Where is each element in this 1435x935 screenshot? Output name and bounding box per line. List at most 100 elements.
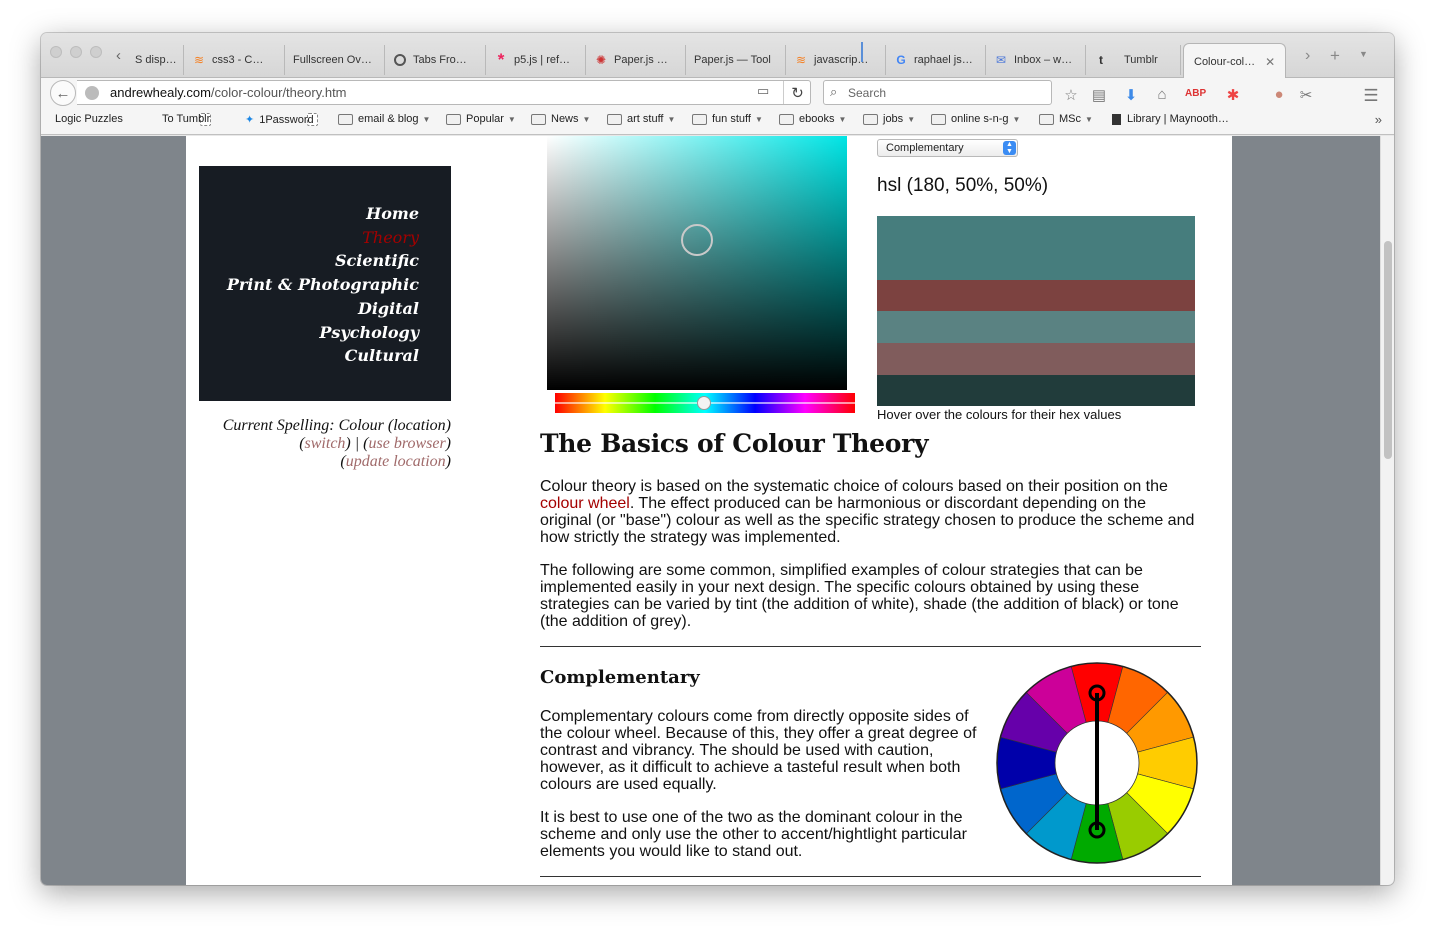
bookmark-library-maynooth[interactable]: Library | Maynooth… xyxy=(1112,113,1229,125)
tab-9[interactable]: ✉ Inbox – w… xyxy=(986,45,1086,75)
bookmark-folder-fun-stuff[interactable]: fun stuff ▼ xyxy=(692,113,763,125)
bookmark-folder-online-sng[interactable]: online s-n-g ▼ xyxy=(931,113,1020,125)
nav-psychology[interactable]: Psychology xyxy=(199,321,419,345)
bookmark-folder-art-stuff[interactable]: art stuff ▼ xyxy=(607,113,675,125)
home-icon[interactable]: ⌂ xyxy=(1153,86,1171,103)
bookmark-logic-puzzles[interactable]: Logic Puzzles xyxy=(55,113,211,126)
hover-hint: Hover over the colours for their hex val… xyxy=(877,407,1122,422)
tab-3[interactable]: Tabs Fro… xyxy=(385,45,486,75)
tab-label: Tumblr xyxy=(1124,54,1158,66)
stackoverflow-icon: ≋ xyxy=(193,53,205,67)
bookmark-label: email & blog xyxy=(358,113,419,125)
back-button[interactable]: ← xyxy=(50,80,76,106)
reload-button[interactable]: ↻ xyxy=(783,81,811,104)
hue-slider[interactable] xyxy=(555,393,855,413)
menu-icon[interactable]: ☰ xyxy=(1362,86,1380,106)
tab-label: Inbox – w… xyxy=(1014,54,1073,66)
picker-cursor[interactable] xyxy=(681,224,713,256)
chevron-down-icon: ▼ xyxy=(907,114,916,124)
search-placeholder: Search xyxy=(848,86,887,100)
folder-icon xyxy=(531,113,546,125)
scrollbar[interactable] xyxy=(1380,136,1394,885)
minimize-window-button[interactable] xyxy=(70,46,82,58)
saturation-value-picker[interactable] xyxy=(547,136,847,390)
update-location-link[interactable]: update location xyxy=(346,453,446,470)
extension-icon[interactable]: ✱ xyxy=(1224,86,1242,104)
complementary-paragraph-1: Complementary colours come from directly… xyxy=(540,708,977,793)
scroll-tabs-right-icon[interactable]: › xyxy=(1305,47,1310,65)
more-bookmarks-icon[interactable]: » xyxy=(1375,112,1382,127)
tools-icon[interactable]: ✂ xyxy=(1297,86,1315,104)
chevron-down-icon: ▼ xyxy=(1012,114,1021,124)
search-input[interactable]: ⌕ Search xyxy=(823,80,1052,105)
reading-list-icon[interactable]: ▤ xyxy=(1090,86,1108,104)
swatch[interactable] xyxy=(877,280,1195,311)
tab-label: Fullscreen Ov… xyxy=(293,54,372,66)
nav-home[interactable]: Home xyxy=(199,202,419,226)
colour-wheel-link[interactable]: colour wheel xyxy=(540,495,630,512)
nav-digital[interactable]: Digital xyxy=(199,297,419,321)
nav-scientific[interactable]: Scientific xyxy=(199,249,419,273)
swatch[interactable] xyxy=(877,311,1195,343)
swatch[interactable] xyxy=(877,216,1195,280)
nav-theory[interactable]: Theory xyxy=(199,226,419,250)
url-path: /color-colour/theory.htm xyxy=(210,85,347,100)
swatch[interactable] xyxy=(877,375,1195,406)
tab-6[interactable]: Paper.js — Tool xyxy=(686,45,786,75)
url-bar[interactable]: andrewhealy.com/color-colour/theory.htm … xyxy=(77,80,811,105)
swatch[interactable] xyxy=(877,343,1195,375)
scheme-select[interactable]: Complementary ▲ ▼ xyxy=(877,139,1018,157)
new-tab-icon[interactable]: + xyxy=(1330,46,1340,66)
bookmark-folder-jobs[interactable]: jobs ▼ xyxy=(863,113,915,125)
scrollbar-thumb[interactable] xyxy=(1384,241,1392,459)
section-divider xyxy=(540,646,1201,647)
bookmark-star-icon[interactable]: ☆ xyxy=(1062,86,1080,104)
scheme-select-value: Complementary xyxy=(886,142,964,154)
tab-strip: ‹ S disp… ≋ css3 - C… Fullscreen Ov… Tab… xyxy=(41,33,1394,79)
select-arrows-icon: ▲ ▼ xyxy=(1003,141,1016,155)
bookmark-label: art stuff xyxy=(627,113,664,125)
intro-text-end: . The effect produced can be harmonious … xyxy=(540,495,1195,546)
bookmark-folder-email-blog[interactable]: email & blog ▼ xyxy=(338,113,430,125)
tab-4[interactable]: * p5.js | ref… xyxy=(486,45,586,75)
tab-0[interactable]: S disp… xyxy=(127,45,184,75)
complementary-paragraph-2: It is best to use one of the two as the … xyxy=(540,809,967,860)
hue-slider-handle[interactable] xyxy=(697,396,711,410)
bookmark-label: News xyxy=(551,113,579,125)
tab-8[interactable]: G raphael js… xyxy=(886,45,986,75)
nav-print-photographic[interactable]: Print & Photographic xyxy=(199,273,419,297)
use-browser-link[interactable]: use browser xyxy=(368,435,445,452)
tab-5[interactable]: ✺ Paper.js … xyxy=(586,45,686,75)
section-title: Complementary xyxy=(540,667,700,688)
navigation-bar: ← andrewhealy.com/color-colour/theory.ht… xyxy=(41,78,1394,108)
close-window-button[interactable] xyxy=(50,46,62,58)
strategies-paragraph: The following are some common, simplifie… xyxy=(540,562,1179,630)
bookmark-1password[interactable]: ✦ 1Password xyxy=(245,113,314,127)
close-tab-icon[interactable]: ✕ xyxy=(1265,55,1275,69)
bookmark-folder-popular[interactable]: Popular ▼ xyxy=(446,113,516,125)
list-tabs-icon[interactable]: ▼ xyxy=(1359,49,1368,59)
cookie-icon[interactable]: ● xyxy=(1270,86,1288,103)
scroll-tabs-left-icon[interactable]: ‹ xyxy=(116,47,121,64)
tab-11-active[interactable]: Colour-col… ✕ xyxy=(1183,43,1286,79)
tab-7[interactable]: ≋ javascrip… xyxy=(786,45,886,75)
tab-1[interactable]: ≋ css3 - C… xyxy=(184,45,285,75)
globe-icon xyxy=(85,86,99,100)
nav-cultural[interactable]: Cultural xyxy=(199,344,419,368)
tab-10[interactable]: t Tumblr xyxy=(1086,45,1181,75)
chevron-down-icon: ▼ xyxy=(667,114,676,124)
bookmark-folder-msc[interactable]: MSc ▼ xyxy=(1039,113,1093,125)
zoom-window-button[interactable] xyxy=(90,46,102,58)
bookmark-to-tumblr[interactable]: To Tumblr xyxy=(162,113,318,126)
tab-label: Paper.js … xyxy=(614,54,668,66)
tab-label: Colour-col… xyxy=(1194,55,1256,68)
bookmark-folder-ebooks[interactable]: ebooks ▼ xyxy=(779,113,846,125)
adblock-icon[interactable]: ABP xyxy=(1185,88,1206,99)
tab-2[interactable]: Fullscreen Ov… xyxy=(285,45,385,75)
chevron-down-icon: ▼ xyxy=(1085,114,1093,124)
bookmark-folder-news[interactable]: News ▼ xyxy=(531,113,590,125)
downloads-icon[interactable]: ⬇ xyxy=(1122,86,1140,104)
reader-view-icon[interactable]: ▭ xyxy=(757,83,769,99)
switch-spelling-link[interactable]: switch xyxy=(305,435,346,452)
folder-icon xyxy=(779,113,794,125)
